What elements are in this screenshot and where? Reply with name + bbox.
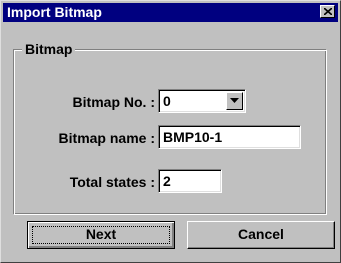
close-icon bbox=[324, 8, 332, 15]
cancel-button-label: Cancel bbox=[238, 226, 284, 242]
bitmap-name-input[interactable]: BMP10-1 bbox=[158, 125, 301, 149]
close-button[interactable] bbox=[320, 5, 335, 18]
bitmap-no-combobox[interactable]: 0 bbox=[158, 89, 246, 113]
window-title: Import Bitmap bbox=[7, 4, 102, 20]
bitmap-no-label: Bitmap No. : bbox=[72, 94, 155, 110]
next-button-label: Next bbox=[85, 226, 117, 242]
bitmap-name-label: Bitmap name : bbox=[58, 130, 155, 146]
title-bar: Import Bitmap bbox=[3, 3, 338, 22]
total-states-value: 2 bbox=[163, 173, 171, 189]
cancel-button[interactable]: Cancel bbox=[187, 221, 335, 249]
bitmap-no-dropdown-button[interactable] bbox=[226, 92, 243, 110]
import-bitmap-dialog: Import Bitmap Bitmap Bitmap No. : 0 Bitm… bbox=[0, 0, 341, 263]
total-states-input[interactable]: 2 bbox=[158, 169, 222, 193]
bitmap-group-legend: Bitmap bbox=[22, 41, 76, 57]
next-button[interactable]: Next bbox=[27, 221, 175, 249]
bitmap-no-value: 0 bbox=[163, 93, 171, 109]
bitmap-name-value: BMP10-1 bbox=[163, 129, 223, 145]
total-states-label: Total states : bbox=[69, 174, 155, 190]
chevron-down-icon bbox=[230, 98, 239, 103]
